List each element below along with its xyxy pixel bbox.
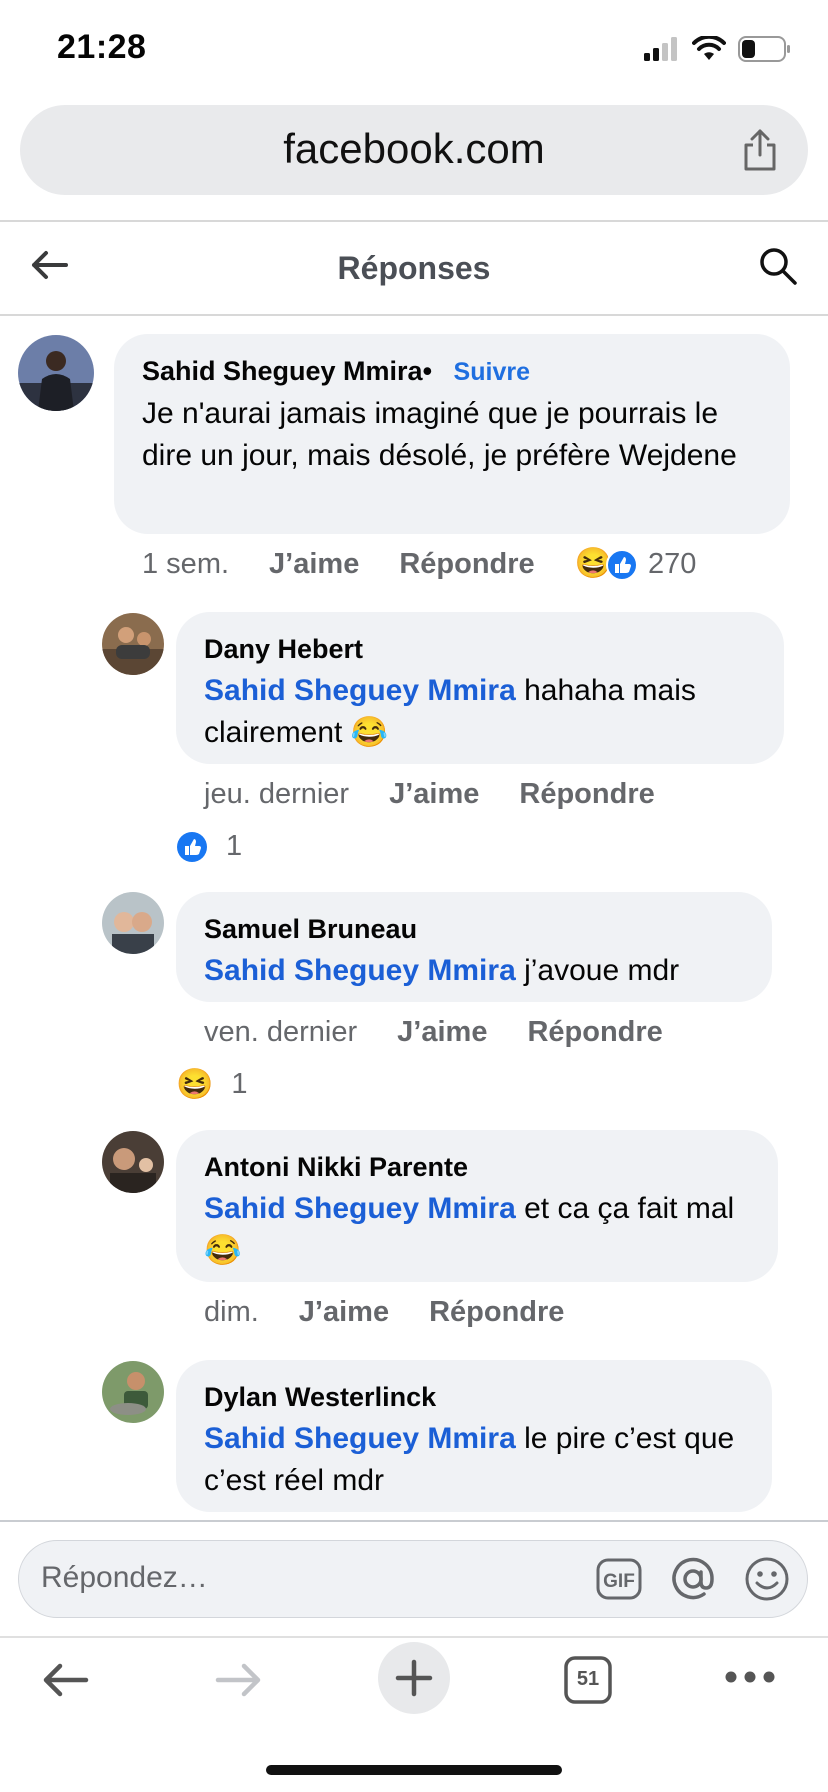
cellular-signal-icon xyxy=(644,37,677,61)
comment-text: Sahid Sheguey Mmira le pire c’est que c’… xyxy=(204,1418,744,1502)
like-button[interactable]: J’aime xyxy=(397,1016,487,1049)
reply-button[interactable]: Répondre xyxy=(527,1016,662,1049)
comment-author[interactable]: Dany Hebert xyxy=(204,632,756,666)
reaction-count: 270 xyxy=(648,548,697,580)
avatar[interactable] xyxy=(102,613,164,675)
tabs-button[interactable]: 51 xyxy=(564,1656,612,1704)
mention-link[interactable]: Sahid Sheguey Mmira xyxy=(204,1192,516,1225)
comment-meta: dim. J’aime Répondre xyxy=(204,1296,564,1329)
comment-author[interactable]: Dylan Westerlinck xyxy=(204,1380,744,1414)
reply-placeholder: Répondez… xyxy=(41,1561,208,1594)
page-title: Réponses xyxy=(337,250,491,286)
comment-author[interactable]: Antoni Nikki Parente xyxy=(204,1150,750,1184)
reply-input[interactable]: Répondez… GIF xyxy=(18,1540,808,1618)
comment-meta: 1 sem. J’aime Répondre 😆 270 xyxy=(142,548,696,581)
reaction-summary[interactable]: 😆 270 xyxy=(575,548,697,581)
share-icon[interactable] xyxy=(740,127,780,173)
comment-author[interactable]: Samuel Bruneau xyxy=(204,912,744,946)
reaction-count: 1 xyxy=(226,830,243,862)
url-text: facebook.com xyxy=(283,125,545,172)
nav-divider xyxy=(0,1636,828,1638)
comment-time[interactable]: jeu. dernier xyxy=(204,778,349,811)
more-options-icon[interactable] xyxy=(724,1670,776,1684)
author-separator: • xyxy=(422,356,433,386)
emoji-icon[interactable] xyxy=(743,1555,791,1603)
reaction-count: 1 xyxy=(231,1068,248,1100)
like-button[interactable]: J’aime xyxy=(389,778,479,811)
comment-time[interactable]: dim. xyxy=(204,1296,259,1329)
comment-time[interactable]: 1 sem. xyxy=(142,548,229,581)
comment-text: Sahid Sheguey Mmira et ca ça fait mal 😂 xyxy=(204,1188,750,1272)
browser-back-icon[interactable] xyxy=(40,1660,90,1700)
status-time: 21:28 xyxy=(57,28,147,66)
mention-link[interactable]: Sahid Sheguey Mmira xyxy=(204,674,516,707)
comment-text: Sahid Sheguey Mmira hahaha mais claireme… xyxy=(204,670,756,754)
header-divider xyxy=(0,314,828,316)
avatar[interactable] xyxy=(102,1361,164,1423)
reaction-summary[interactable]: 1 xyxy=(176,830,242,863)
browser-forward-icon[interactable] xyxy=(214,1660,264,1700)
search-icon[interactable] xyxy=(758,246,798,286)
reply-button[interactable]: Répondre xyxy=(399,548,534,581)
comment-text: Je n'aurai jamais imaginé que je pourrai… xyxy=(142,397,737,472)
follow-button[interactable]: Suivre xyxy=(454,358,530,386)
reply-button[interactable]: Répondre xyxy=(519,778,654,811)
comment-bubble: Sahid Sheguey Mmira• Suivre Je n'aurai j… xyxy=(114,334,790,534)
gif-label: GIF xyxy=(603,1571,635,1592)
mention-link[interactable]: Sahid Sheguey Mmira xyxy=(204,1422,516,1455)
comment-bubble: Dany Hebert Sahid Sheguey Mmira hahaha m… xyxy=(176,612,784,764)
url-bar[interactable]: facebook.com xyxy=(20,105,808,195)
comment-body: j’avoue mdr xyxy=(515,954,680,987)
compose-divider xyxy=(0,1520,828,1522)
mention-link[interactable]: Sahid Sheguey Mmira xyxy=(204,954,516,987)
reply-button[interactable]: Répondre xyxy=(429,1296,564,1329)
comment-meta: ven. dernier J’aime Répondre xyxy=(204,1016,663,1049)
comment-author[interactable]: Sahid Sheguey Mmira xyxy=(142,356,423,386)
new-tab-icon[interactable] xyxy=(378,1642,450,1714)
avatar[interactable] xyxy=(102,892,164,954)
comment-bubble: Dylan Westerlinck Sahid Sheguey Mmira le… xyxy=(176,1360,772,1512)
like-reaction-icon xyxy=(177,831,207,862)
like-button[interactable]: J’aime xyxy=(299,1296,389,1329)
haha-reaction-icon: 😆 xyxy=(176,1067,214,1101)
comment-time[interactable]: ven. dernier xyxy=(204,1016,357,1049)
wifi-icon xyxy=(692,36,726,60)
mention-icon[interactable] xyxy=(669,1555,717,1603)
like-button[interactable]: J’aime xyxy=(269,548,359,581)
comment-bubble: Samuel Bruneau Sahid Sheguey Mmira j’avo… xyxy=(176,892,772,1002)
comment-meta: jeu. dernier J’aime Répondre xyxy=(204,778,655,811)
reaction-summary[interactable]: 😆 1 xyxy=(176,1068,248,1101)
tab-count: 51 xyxy=(576,1668,600,1690)
gif-icon[interactable]: GIF xyxy=(595,1555,643,1603)
comment-author-line: Sahid Sheguey Mmira• Suivre xyxy=(142,354,762,389)
battery-icon xyxy=(738,36,790,62)
home-indicator xyxy=(266,1765,562,1775)
comment-bubble: Antoni Nikki Parente Sahid Sheguey Mmira… xyxy=(176,1130,778,1282)
url-divider xyxy=(0,220,828,222)
comment-text: Sahid Sheguey Mmira j’avoue mdr xyxy=(204,950,744,992)
status-icons xyxy=(644,34,792,64)
avatar[interactable] xyxy=(18,335,94,411)
like-reaction-icon xyxy=(606,548,639,581)
avatar[interactable] xyxy=(102,1131,164,1193)
